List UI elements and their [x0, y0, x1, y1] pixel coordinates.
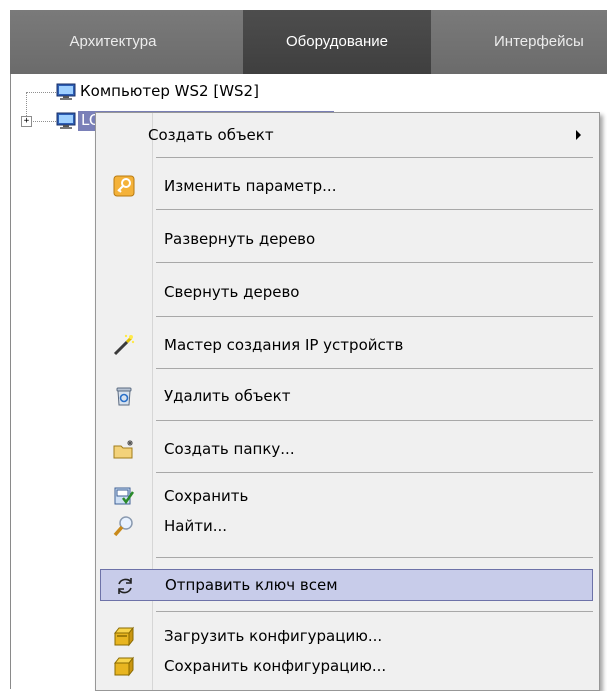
recycle-bin-icon: [116, 387, 132, 406]
tree-node-computer-ws2[interactable]: Компьютер WS2 [WS2]: [80, 82, 259, 100]
menu-item-save[interactable]: Сохранить: [98, 480, 595, 512]
tree-expander[interactable]: +: [21, 116, 32, 127]
computer-icon: [56, 112, 76, 129]
menu-item-ip-device-wizard[interactable]: Мастер создания IP устройств: [98, 329, 595, 361]
tree-connector: [31, 121, 56, 122]
menu-item-label: Изменить параметр...: [164, 177, 337, 195]
menu-item-label: Мастер создания IP устройств: [164, 336, 404, 354]
submenu-arrow-icon: [576, 130, 581, 140]
menu-item-label: Создать папку...: [164, 440, 295, 458]
menu-item-collapse-tree[interactable]: Свернуть дерево: [98, 276, 595, 308]
menu-item-create-folder[interactable]: Создать папку...: [98, 433, 595, 465]
menu-separator: [156, 316, 593, 317]
menu-item-label: Развернуть дерево: [164, 230, 316, 248]
menu-separator: [156, 557, 593, 558]
new-folder-icon: [113, 440, 133, 459]
menu-item-load-configuration[interactable]: Загрузить конфигурацию...: [98, 620, 595, 652]
menu-separator: [156, 611, 593, 612]
menu-item-label: Отправить ключ всем: [165, 576, 338, 594]
menu-item-find[interactable]: Найти...: [98, 510, 595, 542]
menu-item-label: Сохранить конфигурацию...: [164, 657, 387, 675]
menu-item-expand-tree[interactable]: Развернуть дерево: [98, 223, 595, 255]
menu-item-label: Найти...: [164, 517, 228, 535]
menu-item-edit-parameter[interactable]: Изменить параметр...: [98, 170, 595, 202]
tab-strip: Архитектура Оборудование Интерфейсы: [10, 10, 607, 74]
refresh-icon: [118, 578, 132, 594]
menu-separator: [156, 262, 593, 263]
menu-separator: [156, 420, 593, 421]
menu-separator: [156, 368, 593, 369]
tree-connector: [26, 92, 56, 93]
menu-item-create-object[interactable]: Создать объект: [98, 119, 595, 151]
tab-architecture[interactable]: Архитектура: [38, 10, 188, 74]
magnifier-icon: [113, 516, 133, 537]
menu-item-label: Сохранить: [164, 487, 249, 505]
menu-item-label: Загрузить конфигурацию...: [164, 627, 383, 645]
menu-item-label: Удалить объект: [164, 387, 291, 405]
key-icon: [113, 175, 135, 197]
load-config-icon: [113, 626, 135, 647]
save-config-icon: [113, 656, 135, 677]
tab-equipment[interactable]: Оборудование: [243, 10, 431, 74]
menu-item-send-key-to-all[interactable]: Отправить ключ всем: [100, 569, 593, 601]
wand-icon: [113, 334, 135, 356]
menu-item-save-configuration[interactable]: Сохранить конфигурацию...: [98, 650, 595, 682]
menu-separator: [156, 472, 593, 473]
menu-separator: [156, 209, 593, 210]
menu-item-delete-object[interactable]: Удалить объект: [98, 380, 595, 412]
menu-separator: [156, 157, 593, 158]
tab-interfaces[interactable]: Интерфейсы: [488, 10, 607, 74]
context-menu: Создать объект Изменить параметр... Разв…: [95, 112, 600, 691]
menu-item-label: Свернуть дерево: [164, 283, 300, 301]
save-icon: [114, 487, 135, 505]
computer-icon: [56, 83, 76, 100]
menu-item-label: Создать объект: [148, 126, 274, 144]
tab-bar: Архитектура Оборудование Интерфейсы: [0, 0, 607, 76]
